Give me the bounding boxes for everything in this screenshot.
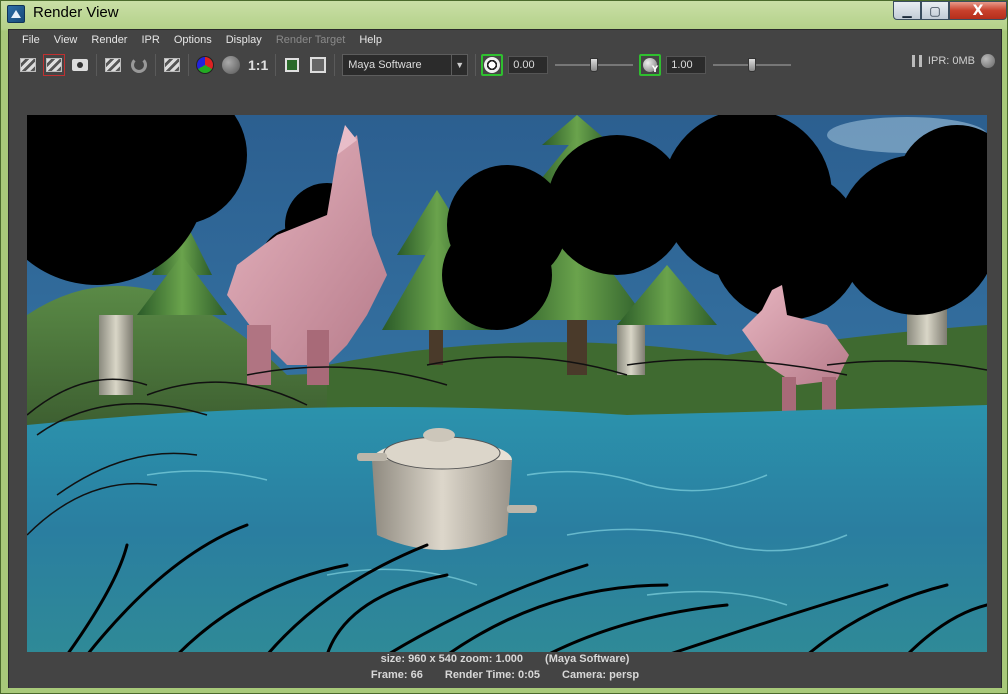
ipr-status: IPR: 0MB bbox=[911, 54, 995, 68]
exposure-slider[interactable] bbox=[555, 58, 634, 72]
frame-box-icon bbox=[285, 58, 300, 72]
status-render-time: Render Time: 0:05 bbox=[444, 669, 541, 681]
menu-ipr[interactable]: IPR bbox=[134, 34, 166, 46]
clapper-icon bbox=[20, 58, 36, 72]
toolbar-separator bbox=[188, 54, 189, 76]
render-view-window: Render View ▁ ▢ X File View Render IPR O… bbox=[0, 0, 1008, 694]
status-line-1: size: 960 x 540 zoom: 1.000 (Maya Softwar… bbox=[9, 653, 1001, 665]
menu-file[interactable]: File bbox=[15, 34, 47, 46]
renderer-select[interactable]: Maya Software ▼ bbox=[342, 54, 469, 76]
menu-render[interactable]: Render bbox=[84, 34, 134, 46]
refresh-arrows-icon bbox=[131, 57, 147, 73]
render-frame-icon[interactable] bbox=[17, 54, 39, 76]
exposure-slider-thumb[interactable] bbox=[590, 58, 599, 72]
toolbar-separator bbox=[334, 54, 336, 76]
aperture-icon bbox=[484, 57, 501, 73]
status-frame: Frame: 66 bbox=[370, 669, 423, 681]
gamma-y-label: Y bbox=[651, 65, 659, 75]
toolbar-separator bbox=[155, 54, 156, 76]
snapshot-icon[interactable] bbox=[69, 54, 91, 76]
sequence-clapper-icon bbox=[164, 58, 180, 72]
menu-render-target: Render Target bbox=[275, 34, 346, 46]
rendered-scene bbox=[27, 115, 987, 655]
ipr-status-icon bbox=[981, 54, 995, 68]
status-camera: Camera: persp bbox=[562, 669, 640, 681]
chevron-down-icon[interactable]: ▼ bbox=[451, 55, 467, 75]
toolbar-separator bbox=[275, 54, 277, 76]
menu-options[interactable]: Options bbox=[167, 34, 219, 46]
menu-display[interactable]: Display bbox=[219, 34, 269, 46]
pause-icon[interactable] bbox=[911, 55, 922, 67]
gamma-icon[interactable]: Y bbox=[639, 54, 662, 76]
display-frame-icon[interactable] bbox=[281, 54, 303, 76]
rendered-image[interactable] bbox=[27, 115, 987, 655]
toolbar: 1:1 Maya Software ▼ 0.00 Y 1.00 IPR: 0MB bbox=[9, 50, 1001, 80]
maya-app-icon bbox=[7, 5, 25, 23]
alpha-channel-icon[interactable] bbox=[220, 54, 242, 76]
refresh-icon[interactable] bbox=[128, 54, 150, 76]
close-button[interactable]: X bbox=[949, 1, 1007, 20]
real-size-button[interactable]: 1:1 bbox=[248, 57, 268, 73]
status-line-2: Frame: 66 Render Time: 0:05 Camera: persp bbox=[9, 669, 1001, 681]
rgb-channels-icon[interactable] bbox=[194, 54, 216, 76]
ipr-render-icon[interactable] bbox=[102, 54, 124, 76]
status-size-zoom: size: 960 x 540 zoom: 1.000 bbox=[380, 653, 524, 665]
render-viewport[interactable] bbox=[9, 82, 1001, 655]
status-bar: size: 960 x 540 zoom: 1.000 (Maya Softwar… bbox=[9, 652, 1001, 688]
keep-box-icon bbox=[310, 57, 327, 73]
menu-help[interactable]: Help bbox=[352, 34, 389, 46]
minimize-button[interactable]: ▁ bbox=[893, 1, 921, 20]
region-clapper-icon bbox=[46, 58, 62, 72]
exposure-icon[interactable] bbox=[481, 54, 504, 76]
rgb-wheel-icon bbox=[196, 56, 214, 74]
menu-bar: File View Render IPR Options Display Ren… bbox=[9, 30, 1001, 50]
gamma-field[interactable]: 1.00 bbox=[666, 56, 707, 74]
title-bar[interactable]: Render View ▁ ▢ X bbox=[1, 1, 1007, 27]
status-renderer: (Maya Software) bbox=[545, 653, 630, 665]
ipr-memory-label: IPR: 0MB bbox=[927, 55, 975, 67]
gamma-slider-thumb[interactable] bbox=[748, 58, 757, 72]
toolbar-separator bbox=[475, 54, 477, 76]
render-sequence-icon[interactable] bbox=[161, 54, 183, 76]
window-title: Render View bbox=[33, 4, 119, 21]
camera-icon bbox=[72, 59, 88, 71]
menu-view[interactable]: View bbox=[47, 34, 85, 46]
window-controls: ▁ ▢ X bbox=[893, 1, 1007, 20]
ipr-clapper-icon bbox=[105, 58, 121, 72]
keep-image-icon[interactable] bbox=[307, 54, 329, 76]
exposure-field[interactable]: 0.00 bbox=[508, 56, 549, 74]
maximize-button[interactable]: ▢ bbox=[921, 1, 949, 20]
client-area: File View Render IPR Options Display Ren… bbox=[8, 29, 1002, 688]
render-region-icon[interactable] bbox=[43, 54, 65, 76]
alpha-sphere-icon bbox=[222, 56, 240, 74]
toolbar-separator bbox=[96, 54, 97, 76]
gamma-slider[interactable] bbox=[713, 58, 792, 72]
renderer-select-value: Maya Software bbox=[348, 59, 422, 71]
